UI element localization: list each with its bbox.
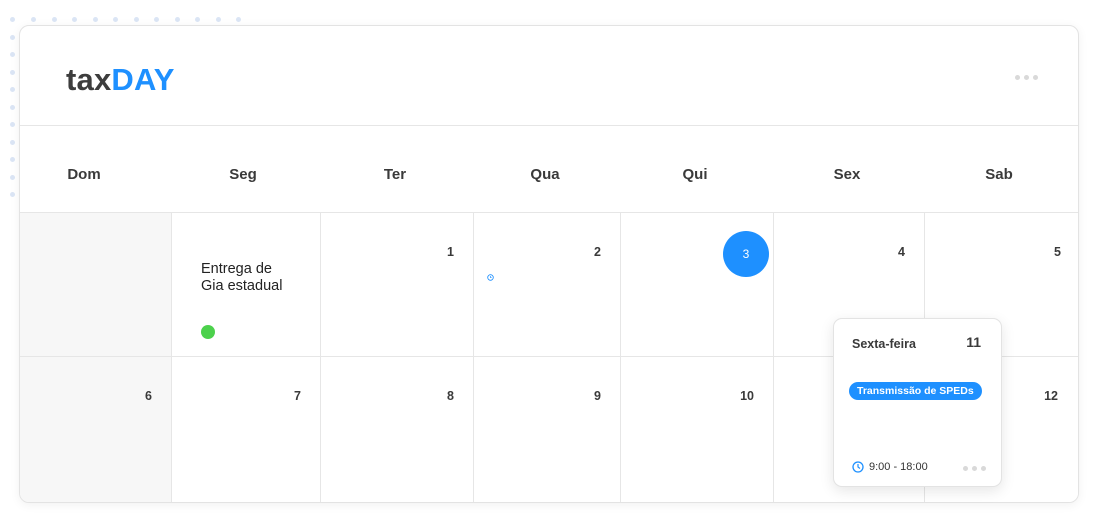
decor-dot — [51, 17, 57, 22]
decor-dot — [10, 174, 15, 180]
weekday-thu: Qui — [682, 166, 708, 183]
decor-dot — [10, 104, 15, 110]
event-time: 9:00 - 18:00 — [852, 461, 928, 473]
decor-dot — [10, 157, 15, 162]
day-number: 4 — [898, 245, 905, 259]
decor-dot — [133, 17, 139, 22]
logo-part-day: DAY — [111, 62, 175, 97]
decor-dot — [10, 69, 15, 75]
day-cell-2[interactable]: 2 — [474, 213, 621, 357]
event-title[interactable]: Entrega de Gia estadual — [201, 261, 311, 295]
decor-dot — [10, 139, 15, 145]
day-cell-1[interactable]: 1 — [321, 213, 474, 357]
taxday-logo: taxDAY — [66, 62, 175, 98]
decor-dot — [10, 17, 15, 22]
decor-dot — [92, 17, 98, 22]
event-time-label: 9:00 - 18:00 — [869, 461, 928, 473]
weekday-mon: Seg — [229, 166, 257, 183]
popup-day-name: Sexta-feira — [852, 337, 916, 351]
calendar-header: taxDAY — [20, 26, 1078, 126]
decor-dot — [10, 34, 15, 40]
decor-dot — [72, 17, 77, 22]
weekday-sat: Sab — [985, 166, 1013, 183]
decor-dot — [154, 17, 159, 22]
day-number: 2 — [594, 245, 601, 259]
decor-dot — [174, 17, 180, 22]
event-detail-popup[interactable]: Sexta-feira 11 Transmissão de SPEDs 9:00… — [833, 318, 1002, 487]
today-marker[interactable]: 3 — [723, 231, 769, 277]
event-status-dot — [201, 325, 215, 339]
day-cell-3[interactable]: 3 — [621, 213, 774, 357]
day-number: 10 — [740, 389, 754, 403]
weekday-tue: Ter — [383, 166, 407, 183]
clock-icon — [852, 461, 864, 473]
decor-dot — [10, 122, 15, 127]
day-cell-7[interactable]: 7 — [172, 357, 321, 502]
small-clock-icon — [487, 274, 494, 281]
day-number: 5 — [1054, 245, 1061, 259]
decor-dot — [10, 52, 15, 57]
weekday-sun: Dom — [67, 166, 101, 183]
day-cell-empty — [20, 213, 172, 357]
decor-dot — [10, 192, 15, 197]
day-number: 7 — [294, 389, 301, 403]
day-number: 12 — [1044, 389, 1058, 403]
day-number: 6 — [145, 389, 152, 403]
logo-part-tax: tax — [66, 62, 112, 97]
decor-dot — [236, 17, 241, 22]
decor-dot — [195, 17, 200, 22]
decor-dot — [113, 17, 118, 22]
decor-dot — [10, 87, 15, 92]
popup-day-number: 11 — [966, 334, 981, 350]
weekday-wed: Qua — [530, 166, 560, 183]
weekday-header-row: Dom Seg Ter Qua Qui Sex Sab — [20, 126, 1078, 213]
more-options-icon[interactable] — [1015, 75, 1038, 80]
day-cell-8[interactable]: 8 — [321, 357, 474, 502]
day-number: 1 — [447, 245, 454, 259]
day-cell-9[interactable]: 9 — [474, 357, 621, 502]
decor-dot — [31, 17, 36, 22]
event-title-line-1: Entrega de — [201, 261, 272, 277]
day-cell-6[interactable]: 6 — [20, 357, 172, 502]
day-number: 9 — [594, 389, 601, 403]
decor-dot — [215, 17, 221, 22]
day-cell-10[interactable]: 10 — [621, 357, 774, 502]
event-title-line-2: Gia estadual — [201, 278, 283, 294]
day-cell-event[interactable]: Entrega de Gia estadual — [172, 213, 321, 357]
day-number: 8 — [447, 389, 454, 403]
more-dots-icon[interactable] — [963, 466, 986, 471]
weekday-fri: Sex — [833, 166, 861, 183]
event-tag[interactable]: Transmissão de SPEDs — [849, 382, 982, 400]
